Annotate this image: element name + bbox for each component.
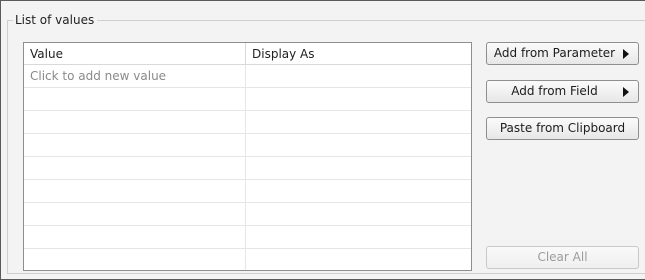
table-row[interactable] bbox=[24, 203, 471, 226]
table-row[interactable] bbox=[24, 88, 471, 111]
submenu-arrow-icon bbox=[623, 87, 629, 97]
value-cell[interactable] bbox=[24, 226, 246, 248]
column-header-value[interactable]: Value bbox=[24, 43, 246, 64]
value-cell[interactable]: Click to add new value bbox=[24, 65, 246, 87]
value-cell[interactable] bbox=[24, 249, 246, 270]
table-row[interactable] bbox=[24, 134, 471, 157]
add-from-field-button[interactable]: Add from Field bbox=[486, 80, 639, 103]
clear-all-button[interactable]: Clear All bbox=[486, 246, 639, 269]
display-as-cell[interactable] bbox=[246, 203, 471, 225]
display-as-cell[interactable] bbox=[246, 226, 471, 248]
display-as-cell[interactable] bbox=[246, 88, 471, 110]
values-grid[interactable]: Value Display As Click to add new value bbox=[23, 42, 472, 271]
add-from-parameter-button[interactable]: Add from Parameter bbox=[486, 42, 639, 65]
value-cell[interactable] bbox=[24, 180, 246, 202]
value-cell[interactable] bbox=[24, 203, 246, 225]
table-row[interactable] bbox=[24, 180, 471, 203]
paste-from-clipboard-button[interactable]: Paste from Clipboard bbox=[486, 117, 639, 140]
table-row[interactable] bbox=[24, 111, 471, 134]
value-cell[interactable] bbox=[24, 134, 246, 156]
grid-header: Value Display As bbox=[24, 43, 471, 65]
display-as-cell[interactable] bbox=[246, 111, 471, 133]
display-as-cell[interactable] bbox=[246, 249, 471, 270]
paste-from-clipboard-label: Paste from Clipboard bbox=[499, 121, 626, 135]
value-cell[interactable] bbox=[24, 157, 246, 179]
add-from-parameter-label: Add from Parameter bbox=[493, 46, 616, 60]
new-value-row[interactable]: Click to add new value bbox=[24, 65, 471, 88]
table-row[interactable] bbox=[24, 226, 471, 249]
value-cell[interactable] bbox=[24, 88, 246, 110]
display-as-cell[interactable] bbox=[246, 134, 471, 156]
group-title: List of values bbox=[13, 12, 98, 28]
display-as-cell[interactable] bbox=[246, 157, 471, 179]
value-cell[interactable] bbox=[24, 111, 246, 133]
add-from-field-label: Add from Field bbox=[511, 84, 598, 98]
display-as-cell[interactable] bbox=[246, 180, 471, 202]
submenu-arrow-icon bbox=[623, 49, 629, 59]
column-header-display-as[interactable]: Display As bbox=[246, 43, 471, 64]
display-as-cell[interactable] bbox=[246, 65, 471, 87]
table-row[interactable] bbox=[24, 157, 471, 180]
clear-all-label: Clear All bbox=[537, 250, 588, 264]
table-row[interactable] bbox=[24, 249, 471, 270]
